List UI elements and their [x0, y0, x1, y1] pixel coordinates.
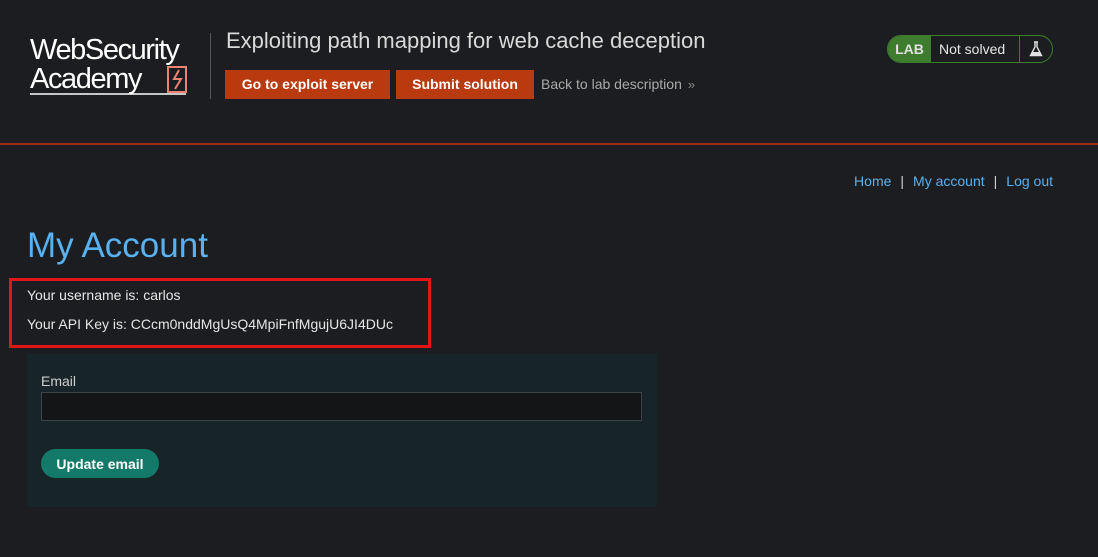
lab-status-widget: LAB Not solved: [887, 35, 1053, 63]
update-email-button[interactable]: Update email: [41, 449, 159, 478]
nav-log-out-link[interactable]: Log out: [1006, 173, 1053, 189]
back-to-lab-description-link[interactable]: Back to lab description »: [541, 76, 695, 92]
update-email-form: Email Update email: [27, 354, 657, 507]
nav-home-link[interactable]: Home: [854, 173, 891, 189]
lab-header: WebSecurity Academy Exploiting path mapp…: [0, 0, 1098, 145]
lab-tag: LAB: [888, 36, 931, 62]
api-key-text: Your API Key is: CCcm0nddMgUsQ4MpiFnfMgu…: [27, 316, 393, 332]
email-input[interactable]: [41, 392, 642, 421]
email-label: Email: [41, 373, 77, 389]
nav-separator: |: [993, 173, 998, 189]
logo-text-line1: WebSecurity: [30, 34, 180, 66]
page-title: My Account: [27, 226, 208, 265]
submit-solution-button[interactable]: Submit solution: [396, 70, 534, 99]
logo-text-line2: Academy: [30, 63, 143, 95]
flask-icon: [1019, 36, 1052, 62]
lab-status-label: Not solved: [939, 41, 1006, 57]
nav-my-account-link[interactable]: My account: [913, 173, 985, 189]
lab-title: Exploiting path mapping for web cache de…: [226, 28, 706, 53]
nav-separator: |: [900, 173, 905, 189]
double-chevron-right-icon: »: [687, 77, 696, 92]
username-text: Your username is: carlos: [27, 287, 181, 303]
back-link-label: Back to lab description: [541, 76, 682, 92]
web-security-academy-logo[interactable]: WebSecurity Academy: [28, 32, 208, 100]
go-to-exploit-server-button[interactable]: Go to exploit server: [225, 70, 390, 99]
account-nav: Home | My account | Log out: [854, 173, 1053, 189]
logo-divider: [210, 33, 211, 99]
